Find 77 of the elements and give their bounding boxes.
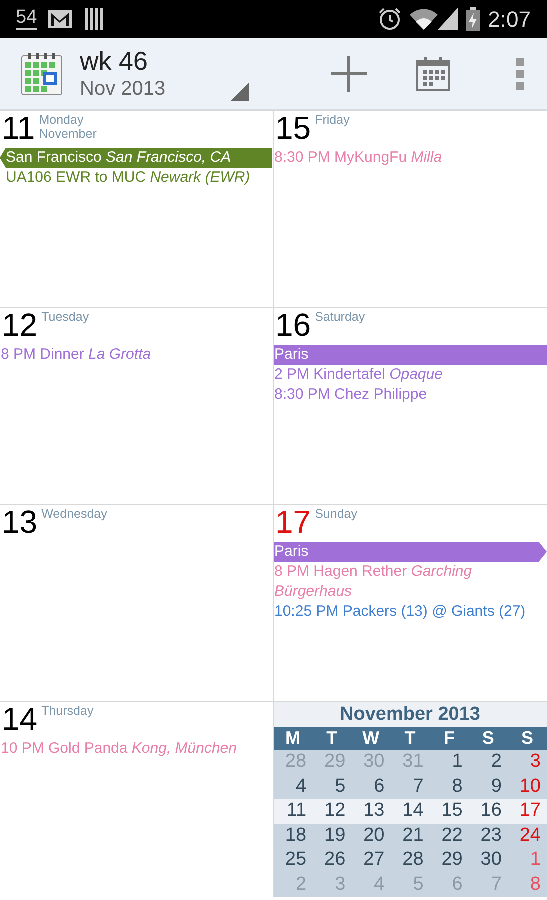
date-cell[interactable]: 17 [508, 799, 547, 824]
day-number: 15 [276, 111, 312, 145]
date-cell[interactable]: 28 [390, 848, 430, 872]
day-number: 11 [2, 111, 36, 145]
week-row[interactable]: 11 12 13 14 15 16 17 [274, 799, 547, 824]
date-cell[interactable]: 22 [430, 824, 469, 848]
dropdown-corner-icon[interactable] [230, 83, 249, 101]
date-cell[interactable]: 26 [312, 848, 352, 872]
day-number: 12 [2, 308, 38, 342]
date-cell[interactable]: 13 [352, 799, 391, 824]
event-entry[interactable]: 2 PM Kindertafel Opaque [274, 365, 547, 385]
mini-month-title: November 2013 [274, 702, 547, 727]
weekday-label: Wednesday [42, 507, 108, 521]
all-day-event-bar[interactable]: San Francisco San Francisco, CA [0, 148, 272, 168]
calendar-icon[interactable] [416, 56, 450, 90]
event-entry[interactable]: 10:25 PM Packers (13) @ Giants (27) [274, 602, 547, 622]
date-cell[interactable]: 3 [508, 750, 547, 774]
app-logo-icon[interactable] [21, 52, 63, 96]
date-cell[interactable]: 4 [274, 774, 313, 799]
mail-icon [47, 9, 74, 29]
weekday-header: T [326, 727, 339, 750]
date-cell[interactable]: 23 [468, 824, 508, 848]
weekday-header: T [404, 727, 417, 750]
weekday-label: Sunday [315, 507, 358, 521]
all-day-event-bar[interactable]: Paris [274, 542, 547, 562]
day-number: 13 [2, 505, 38, 539]
month-label: November [39, 127, 97, 141]
weekday-label: Friday [315, 113, 350, 127]
date-cell[interactable]: 15 [430, 799, 469, 824]
event-entry[interactable]: 8:30 PM Chez Philippe [274, 385, 547, 405]
weekday-label: Thursday [42, 704, 94, 718]
date-cell[interactable]: 7 [390, 774, 430, 799]
date-cell[interactable]: 21 [390, 824, 430, 848]
signal-icon [438, 8, 458, 30]
date-cell[interactable]: 5 [312, 774, 352, 799]
day-number: 14 [2, 702, 38, 736]
event-entry[interactable]: 8 PM Dinner La Grotta [0, 345, 272, 365]
date-cell[interactable]: 24 [508, 824, 547, 848]
date-cell[interactable]: 25 [274, 848, 313, 872]
date-cell[interactable]: 20 [352, 824, 391, 848]
month-subtitle: Nov 2013 [80, 77, 166, 102]
add-icon[interactable] [330, 56, 367, 92]
battery-icon [466, 7, 480, 31]
overflow-menu-icon[interactable] [516, 58, 524, 90]
date-cell[interactable]: 12 [312, 799, 352, 824]
date-cell[interactable]: 11 [274, 799, 313, 824]
day-number: 16 [276, 308, 312, 342]
date-cell[interactable]: 1 [430, 750, 469, 774]
date-cell[interactable]: 2 [468, 750, 508, 774]
weekday-header: F [442, 727, 456, 750]
weekday-header: M [284, 727, 302, 750]
weekday-header: S [520, 727, 534, 750]
date-cell[interactable]: 19 [312, 824, 352, 848]
weekday-label: Monday [39, 113, 85, 127]
date-cell[interactable]: 14 [390, 799, 430, 824]
all-day-event-bar[interactable]: Paris [274, 345, 547, 365]
wifi-icon [410, 8, 438, 30]
weekday-label: Tuesday [42, 310, 90, 324]
date-cell[interactable]: 10 [508, 774, 547, 799]
alarm-icon [378, 7, 402, 31]
date-cell[interactable]: 16 [468, 799, 508, 824]
notification-count: 54 [16, 8, 38, 30]
weekday-header: W [362, 727, 381, 750]
date-cell[interactable]: 8 [430, 774, 469, 799]
weekday-header: S [481, 727, 496, 750]
barcode-icon [85, 8, 106, 30]
weekday-label: Saturday [315, 310, 366, 324]
clock: 2:07 [488, 6, 531, 34]
date-cell[interactable]: 27 [352, 848, 391, 872]
date-cell[interactable]: 9 [468, 774, 508, 799]
date-cell[interactable]: 29 [430, 848, 469, 872]
event-entry[interactable]: UA106 EWR to MUC Newark (EWR) [0, 168, 272, 188]
date-cell[interactable]: 30 [468, 848, 508, 872]
date-cell[interactable]: 6 [352, 774, 391, 799]
date-cell[interactable]: 18 [274, 824, 313, 848]
week-title: wk 46 [80, 44, 149, 78]
day-number: 17 [276, 505, 312, 539]
